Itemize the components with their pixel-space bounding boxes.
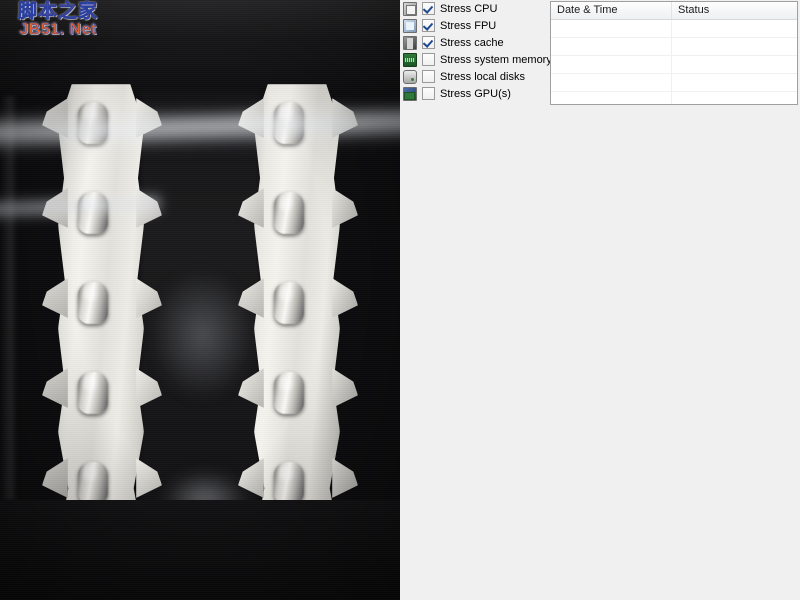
log-cell-date [551,56,673,73]
screenshot-root: 脚本之家 JB51. Net Stress CPU Stress FPU Stres… [0,0,800,600]
heatsink-rivet [274,282,304,324]
event-log-panel[interactable]: Date & Time Status [550,1,798,105]
log-cell-status [672,56,797,73]
stress-option-row[interactable]: Stress CPU [402,0,550,17]
fin-wing [332,458,358,498]
log-cell-status [672,20,797,37]
event-log-header: Date & Time Status [551,2,797,20]
log-row[interactable] [551,74,797,92]
log-column-header-status[interactable]: Status [672,2,797,19]
stability-test-window: Stress CPU Stress FPU Stress cache Stress s… [400,0,800,600]
stress-option-label: Stress cache [440,36,504,49]
photo-left-edge [0,96,18,500]
stress-option-checkbox[interactable] [422,2,435,15]
heatsink-rivet [78,372,108,414]
fin-wing [238,188,264,228]
log-cell-status [672,74,797,91]
photo-top-shadow [0,0,400,96]
cpu-icon [402,1,418,17]
fin-wing [42,278,68,318]
hardware-photo: 脚本之家 JB51. Net [0,0,400,600]
stress-option-checkbox[interactable] [422,53,435,66]
stress-option-row[interactable]: Stress local disks [402,68,550,85]
fin-wing [42,458,68,498]
stress-option-row[interactable]: Stress cache [402,34,550,51]
memory-icon [402,52,418,68]
log-row[interactable] [551,38,797,56]
log-cell-status [672,92,797,104]
disk-icon [402,69,418,85]
stress-option-label: Stress GPU(s) [440,87,511,100]
log-cell-status [672,38,797,55]
stress-options-group: Stress CPU Stress FPU Stress cache Stress s… [402,0,552,102]
stress-option-row[interactable]: Stress FPU [402,17,550,34]
log-cell-date [551,38,673,55]
fin-wing [332,368,358,408]
event-log-body [551,20,797,104]
heatsink-rivet [78,462,108,504]
fin-wing [332,188,358,228]
stress-option-label: Stress system memory [440,53,552,66]
log-row[interactable] [551,92,797,104]
heatsink-rivet [274,192,304,234]
photo-blur-highlight [150,270,255,400]
stress-option-label: Stress CPU [440,2,498,15]
gpu-icon [402,86,418,102]
photo-bottom-shadow [0,500,400,600]
log-column-header-date[interactable]: Date & Time [551,2,673,19]
stress-option-checkbox[interactable] [422,70,435,83]
heatsink-fin-left [42,84,162,554]
fpu-icon [402,18,418,34]
stress-option-checkbox[interactable] [422,19,435,32]
heatsink-fin-right [238,84,358,554]
log-cell-date [551,92,673,104]
stress-option-row[interactable]: Stress system memory [402,51,552,68]
stress-option-label: Stress local disks [440,70,525,83]
stress-option-label: Stress FPU [440,19,497,32]
heatsink-rivet [274,462,304,504]
heatsink-rivet [78,282,108,324]
stress-option-row[interactable]: Stress GPU(s) [402,85,550,102]
fin-wing [332,278,358,318]
heatsink-rivet [274,372,304,414]
log-cell-date [551,74,673,91]
stress-option-checkbox[interactable] [422,36,435,49]
cache-icon [402,35,418,51]
fin-wing [136,458,162,498]
stress-option-checkbox[interactable] [422,87,435,100]
log-row[interactable] [551,56,797,74]
log-cell-date [551,20,673,37]
log-row[interactable] [551,20,797,38]
fin-wing [42,368,68,408]
